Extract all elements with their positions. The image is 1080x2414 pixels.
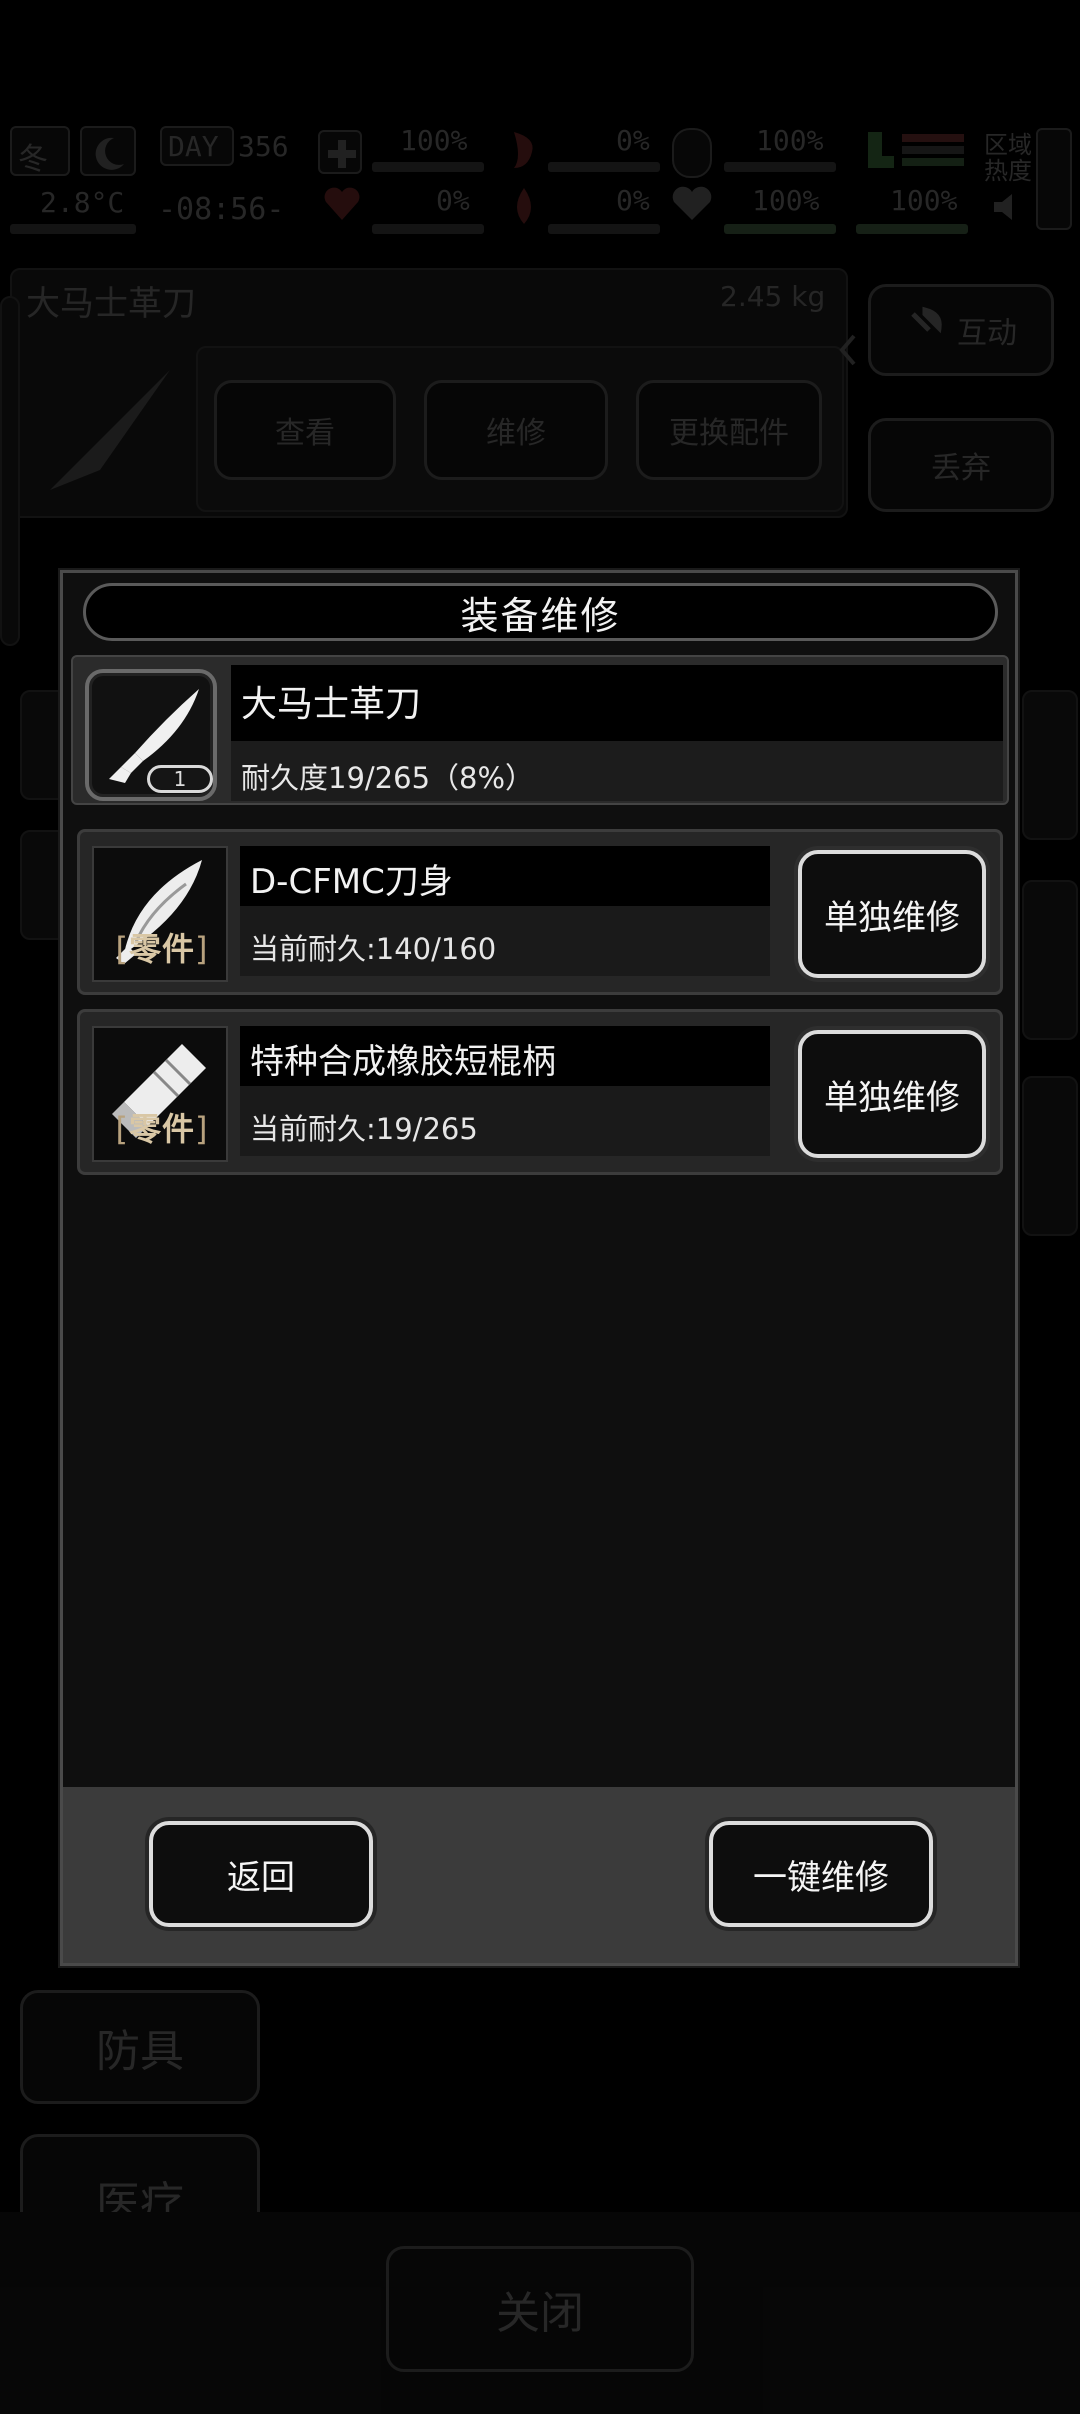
part-row: [零件] 特种合成橡胶短棍柄 当前耐久:19/265 单独维修 — [77, 1009, 1003, 1175]
repair-part-button[interactable]: 单独维修 — [798, 1030, 986, 1158]
equipment-row: 1 大马士革刀 耐久度19/265（8%） — [71, 655, 1009, 805]
part-tag: [零件] — [115, 930, 209, 968]
part-tag-label: 零件 — [128, 1110, 195, 1148]
part-slot[interactable]: [零件] — [92, 1026, 228, 1162]
item-durability: 耐久度19/265（8%） — [241, 761, 535, 795]
modal-footer: 返回 一键维修 — [63, 1787, 1015, 1963]
part-row: [零件] D-CFMC刀身 当前耐久:140/160 单独维修 — [77, 829, 1003, 995]
equipment-slot[interactable]: 1 — [85, 669, 217, 801]
part-name: 特种合成橡胶短棍柄 — [250, 1042, 556, 1082]
item-count-badge: 1 — [147, 765, 213, 793]
item-name: 大马士革刀 — [241, 684, 422, 725]
back-button[interactable]: 返回 — [149, 1821, 373, 1927]
modal-title: 装备维修 — [83, 583, 998, 641]
part-tag-label: 零件 — [128, 930, 195, 968]
part-slot[interactable]: [零件] — [92, 846, 228, 982]
part-durability: 当前耐久:140/160 — [250, 932, 497, 966]
repair-part-button[interactable]: 单独维修 — [798, 850, 986, 978]
repair-all-button[interactable]: 一键维修 — [709, 1821, 933, 1927]
part-durability: 当前耐久:19/265 — [250, 1112, 478, 1146]
part-name: D-CFMC刀身 — [250, 862, 453, 902]
part-tag: [零件] — [115, 1110, 209, 1148]
repair-modal: 装备维修 1 大马士革刀 耐久度19/265（8%） [零件] D-CFMC刀身 — [60, 570, 1018, 1966]
